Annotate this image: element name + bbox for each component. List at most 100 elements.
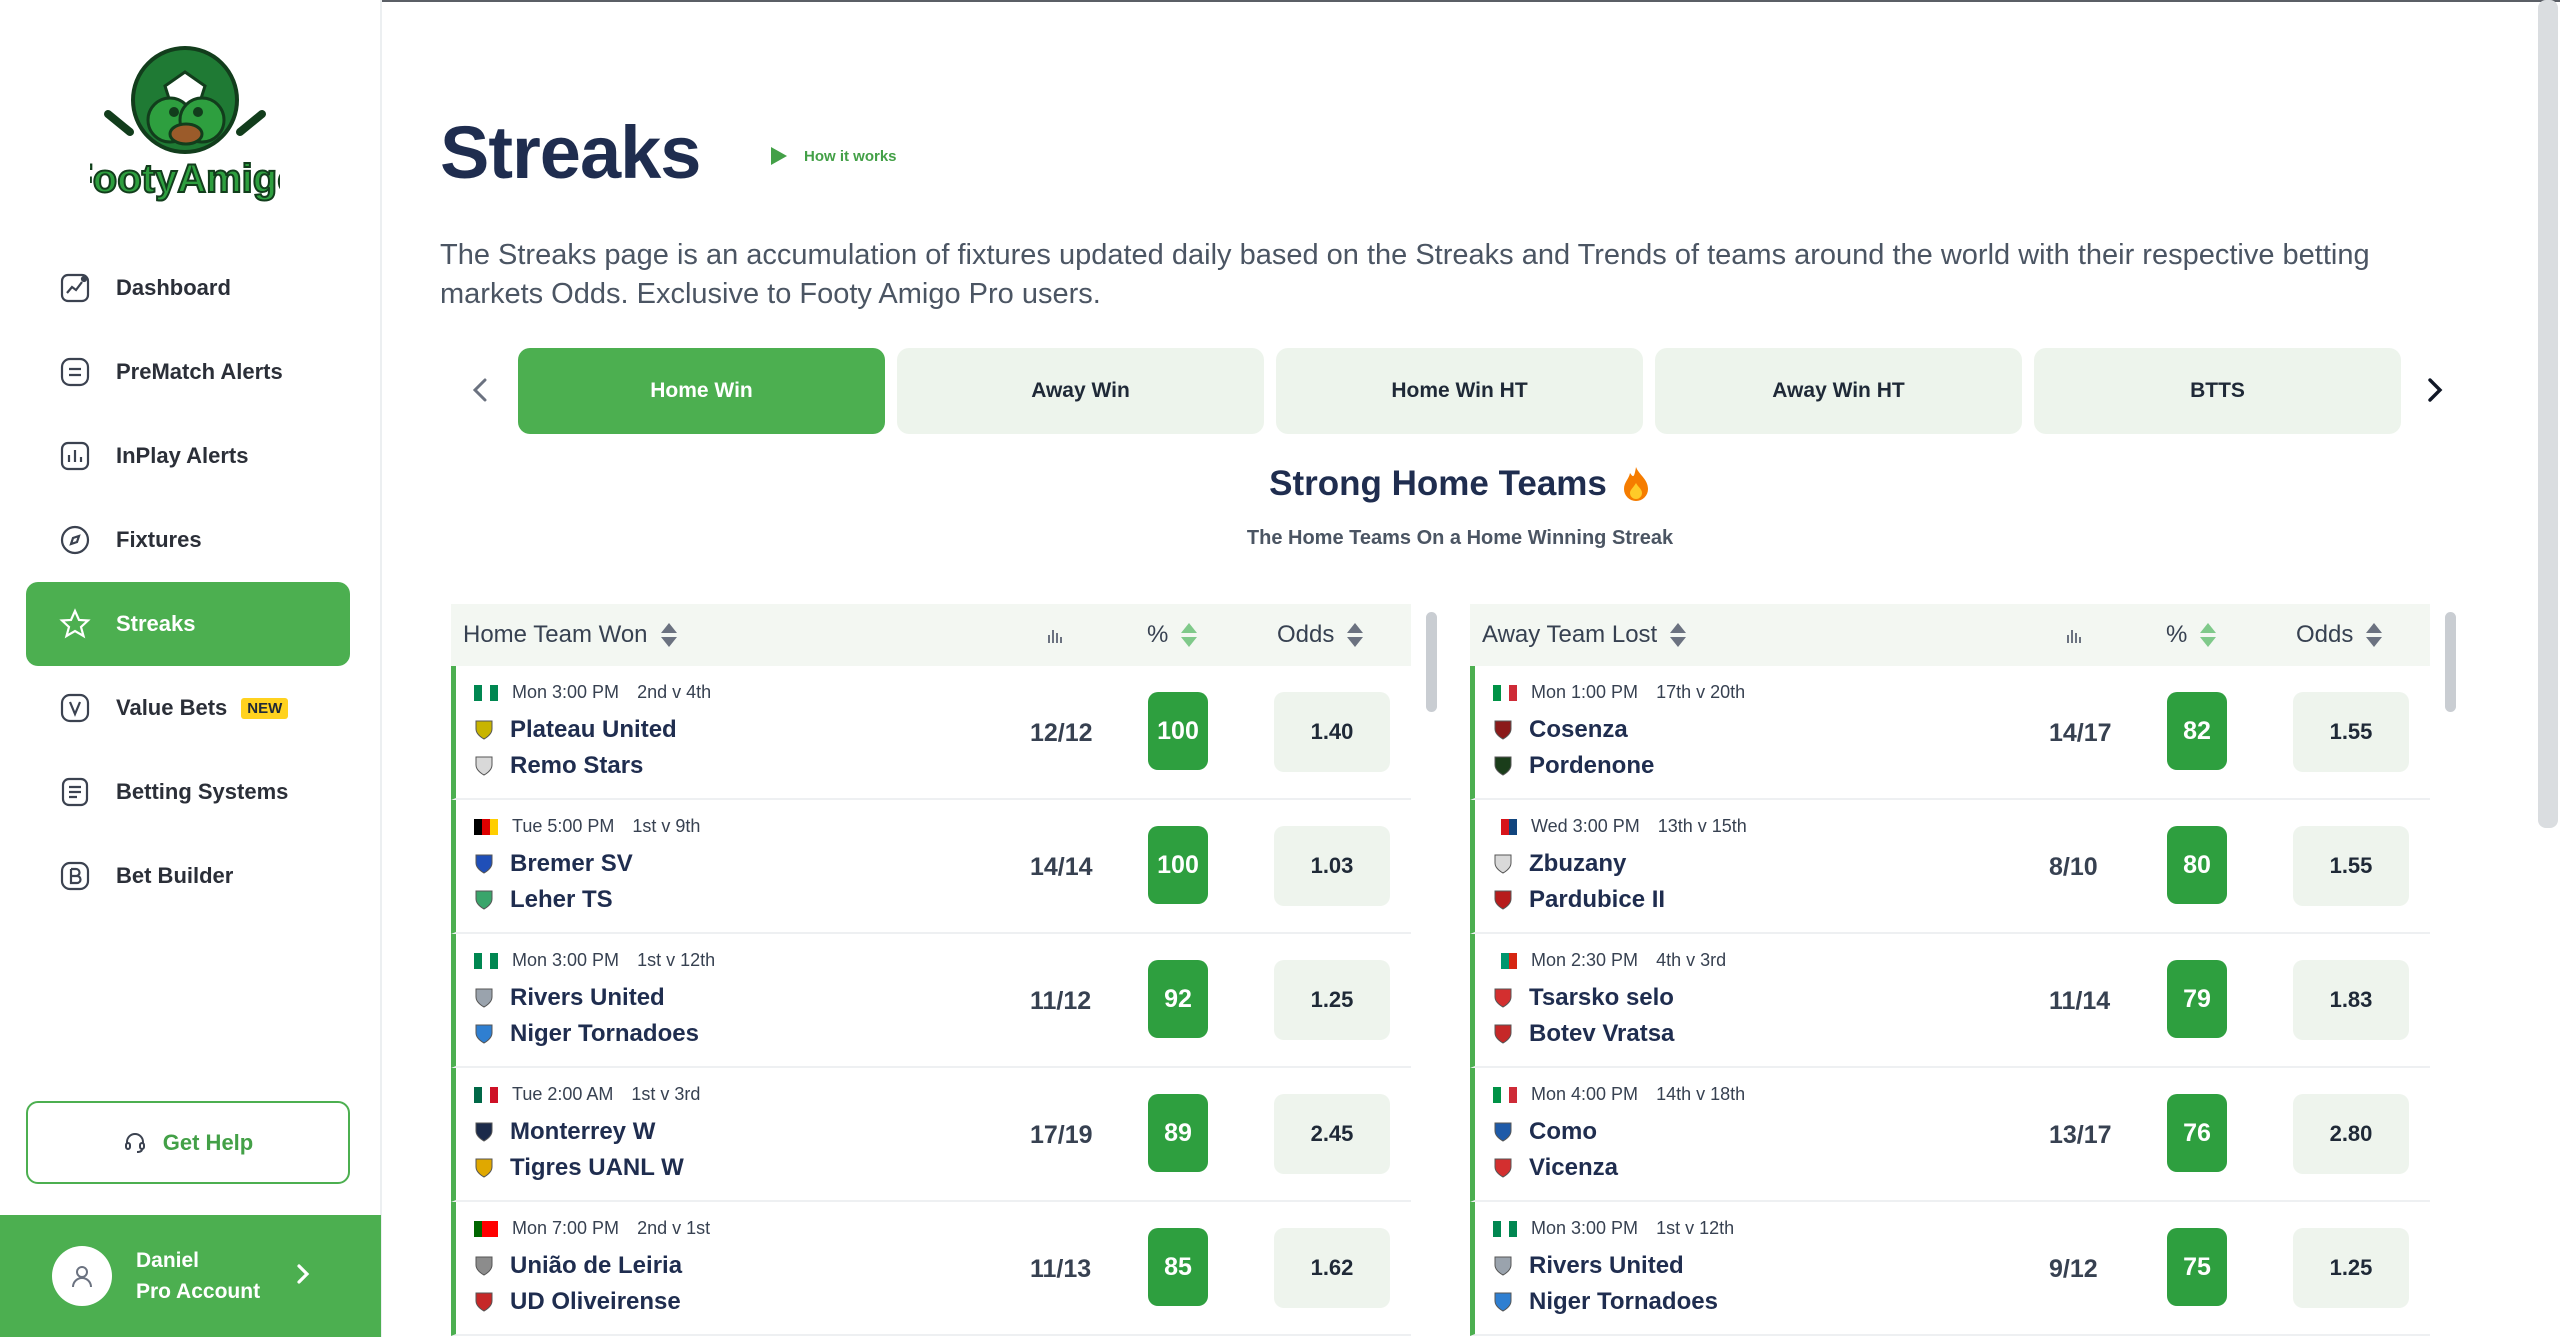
footyamigo-logo[interactable]: FootyAmigo (67, 42, 303, 202)
tab-away-win-ht[interactable]: Away Win HT (1655, 348, 2022, 434)
right-table-scrollbar[interactable] (2445, 612, 2456, 712)
tab-home-win[interactable]: Home Win (518, 348, 885, 434)
tabs-next-button[interactable] (2415, 370, 2455, 410)
odds-button[interactable]: 1.03 (1274, 826, 1390, 906)
v-icon (58, 691, 92, 725)
country-flag-icon (474, 684, 498, 701)
home-team-name: Como (1529, 1118, 1597, 1145)
kickoff-time: Mon 4:00 PM (1531, 1084, 1639, 1104)
table-row[interactable]: Mon 4:00 PM 14th v 18th Como Vicenza 13/17 76… (1470, 1068, 2430, 1202)
league-positions: 17th v 20th (1656, 682, 1746, 702)
table-row[interactable]: Mon 7:00 PM 2nd v 1st União de Leiria UD Ol… (451, 1202, 1411, 1336)
header-title: Away Team Lost (1482, 621, 1658, 648)
country-flag-icon (1493, 952, 1517, 969)
sidebar-item-streaks[interactable]: Streaks (26, 582, 350, 666)
odds-button[interactable]: 1.25 (1274, 960, 1390, 1040)
home-team[interactable]: Monterrey W (474, 1118, 655, 1146)
home-team[interactable]: Zbuzany (1493, 850, 1626, 878)
away-team[interactable]: Leher TS (474, 886, 613, 914)
page-scrollbar[interactable] (2538, 0, 2558, 828)
away-team[interactable]: Niger Tornadoes (474, 1020, 699, 1048)
away-team-name: Leher TS (510, 886, 613, 913)
home-team-name: Tsarsko selo (1529, 984, 1674, 1011)
bar-chart-icon[interactable] (2065, 626, 2083, 644)
home-team-crest-icon (475, 720, 493, 740)
fire-icon (1623, 467, 1648, 501)
table-row[interactable]: Mon 3:00 PM 1st v 12th Rivers United Niger … (451, 934, 1411, 1068)
sidebar-item-fixtures[interactable]: Fixtures (26, 498, 350, 582)
sort-icon (1670, 623, 1687, 647)
home-team[interactable]: Rivers United (474, 984, 665, 1012)
league-positions: 4th v 3rd (1656, 950, 1727, 970)
league-positions: 13th v 15th (1657, 816, 1747, 836)
sidebar-item-inplay-alerts[interactable]: InPlay Alerts (26, 414, 350, 498)
tabs-prev-button[interactable] (460, 370, 500, 410)
sort-percent[interactable]: % (2166, 621, 2217, 649)
odds-button[interactable]: 1.62 (1274, 1228, 1390, 1308)
away-team[interactable]: Vicenza (1493, 1154, 1618, 1182)
sort-odds[interactable]: Odds (1277, 621, 1364, 649)
sidebar-item-dashboard[interactable]: Dashboard (26, 246, 350, 330)
odds-button[interactable]: 2.45 (1274, 1094, 1390, 1174)
sort-percent[interactable]: % (1147, 621, 1198, 649)
kickoff-time: Mon 3:00 PM (1531, 1218, 1639, 1238)
away-team-crest-icon (475, 1024, 493, 1044)
table-row[interactable]: Mon 3:00 PM 1st v 12th Rivers United Niger … (1470, 1202, 2430, 1336)
sort-home-team-won[interactable]: Home Team Won (463, 621, 678, 649)
sort-odds[interactable]: Odds (2296, 621, 2383, 649)
account-menu[interactable]: Daniel Pro Account (0, 1215, 381, 1337)
home-team[interactable]: Tsarsko selo (1493, 984, 1674, 1012)
kickoff-time: Wed 3:00 PM (1531, 816, 1640, 836)
tab-away-win[interactable]: Away Win (897, 348, 1264, 434)
home-team-name: Plateau United (510, 716, 677, 743)
table-row[interactable]: Tue 5:00 PM 1st v 9th Bremer SV Leher TS 14/… (451, 800, 1411, 934)
table-row[interactable]: Tue 2:00 AM 1st v 3rd Monterrey W Tigres UA… (451, 1068, 1411, 1202)
sidebar-item-betting-systems[interactable]: Betting Systems (26, 750, 350, 834)
chart-line-icon (58, 271, 92, 305)
away-team[interactable]: Botev Vratsa (1493, 1020, 1674, 1048)
away-team[interactable]: Pordenone (1493, 752, 1654, 780)
get-help-button[interactable]: Get Help (26, 1101, 350, 1184)
away-team[interactable]: Pardubice II (1493, 886, 1665, 914)
away-team[interactable]: Remo Stars (474, 752, 643, 780)
streak-ratio: 9/12 (2049, 1254, 2098, 1283)
odds-button[interactable]: 1.55 (2293, 692, 2409, 772)
account-info: Daniel Pro Account (136, 1245, 260, 1307)
table-row[interactable]: Mon 3:00 PM 2nd v 4th Plateau United Remo S… (451, 666, 1411, 800)
odds-button[interactable]: 1.55 (2293, 826, 2409, 906)
home-team[interactable]: Plateau United (474, 716, 677, 744)
away-team-name: Remo Stars (510, 752, 644, 779)
fixture-meta: Mon 3:00 PM 1st v 12th (474, 950, 715, 971)
home-team[interactable]: Cosenza (1493, 716, 1628, 744)
tab-home-win-ht[interactable]: Home Win HT (1276, 348, 1643, 434)
away-team[interactable]: UD Oliveirense (474, 1288, 681, 1316)
sort-away-team-lost[interactable]: Away Team Lost (1482, 621, 1687, 649)
sidebar-item-prematch-alerts[interactable]: PreMatch Alerts (26, 330, 350, 414)
table-row[interactable]: Mon 2:30 PM 4th v 3rd Tsarsko selo Botev Vr… (1470, 934, 2430, 1068)
sidebar-item-bet-builder[interactable]: Bet Builder (26, 834, 350, 918)
away-team-name: Pordenone (1529, 752, 1655, 779)
left-table-scrollbar[interactable] (1426, 612, 1437, 712)
streak-ratio: 11/13 (1030, 1254, 1092, 1283)
away-team[interactable]: Niger Tornadoes (1493, 1288, 1718, 1316)
home-team[interactable]: União de Leiria (474, 1252, 682, 1280)
how-it-works-link[interactable]: How it works (766, 144, 897, 168)
odds-button[interactable]: 1.25 (2293, 1228, 2409, 1308)
league-positions: 1st v 12th (637, 950, 716, 970)
league-positions: 1st v 3rd (631, 1084, 701, 1104)
home-team[interactable]: Bremer SV (474, 850, 633, 878)
odds-button[interactable]: 1.40 (1274, 692, 1390, 772)
account-name: Daniel (136, 1249, 200, 1272)
streak-ratio: 13/17 (2049, 1120, 2112, 1149)
table-row[interactable]: Mon 1:00 PM 17th v 20th Cosenza Pordenone 14… (1470, 666, 2430, 800)
tab-btts[interactable]: BTTS (2034, 348, 2401, 434)
bar-chart-icon[interactable] (1046, 626, 1064, 644)
odds-button[interactable]: 2.80 (2293, 1094, 2409, 1174)
home-team[interactable]: Rivers United (1493, 1252, 1684, 1280)
away-team[interactable]: Tigres UANL W (474, 1154, 684, 1182)
win-percent-badge: 82 (2167, 692, 2227, 770)
table-row[interactable]: Wed 3:00 PM 13th v 15th Zbuzany Pardubice I… (1470, 800, 2430, 934)
home-team[interactable]: Como (1493, 1118, 1597, 1146)
odds-button[interactable]: 1.83 (2293, 960, 2409, 1040)
sidebar-item-value-bets[interactable]: Value Bets NEW (26, 666, 350, 750)
